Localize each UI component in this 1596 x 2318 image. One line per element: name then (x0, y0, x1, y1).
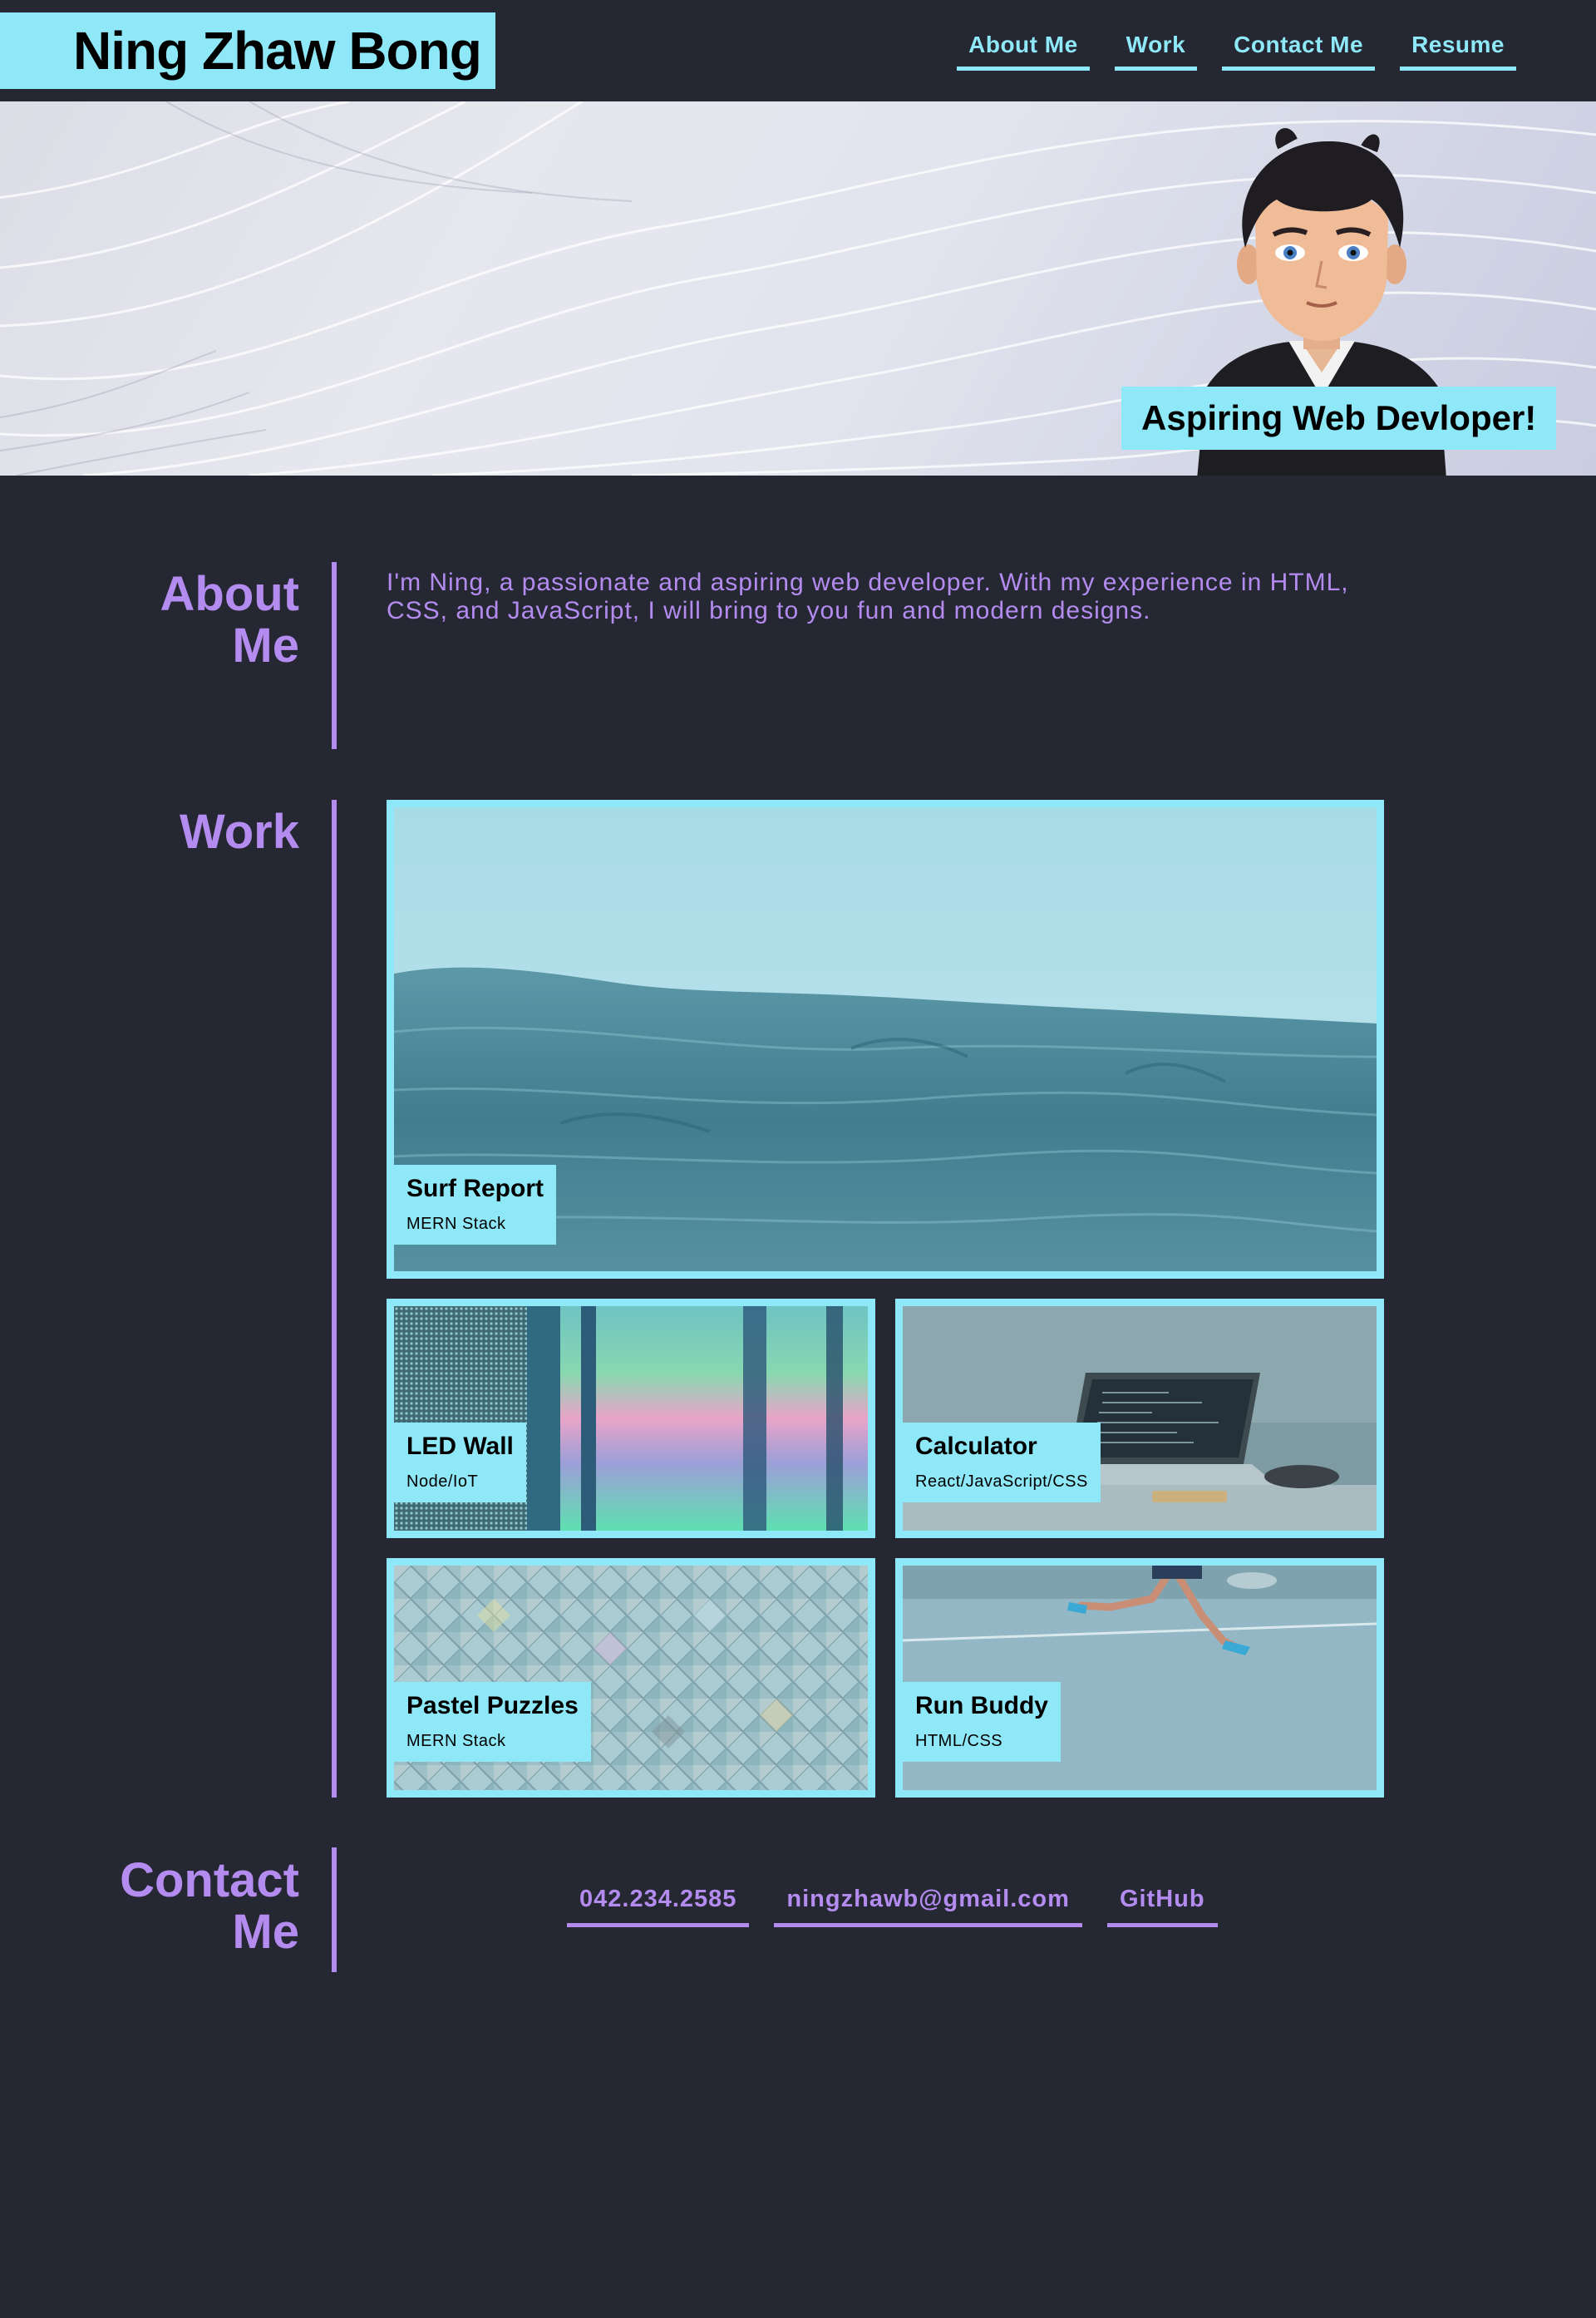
project-card-run-buddy[interactable]: Run Buddy HTML/CSS (895, 1558, 1384, 1798)
project-stack: MERN Stack (406, 1215, 506, 1233)
project-card-led-wall[interactable]: LED Wall Node/IoT (387, 1299, 875, 1538)
pastel-puzzles-label: Pastel Puzzles MERN Stack (394, 1682, 591, 1762)
project-name: Pastel Puzzles (406, 1692, 579, 1719)
site-header: Ning Zhaw Bong About Me Work Contact Me … (0, 0, 1596, 101)
project-stack: Node/IoT (406, 1472, 479, 1491)
project-stack: HTML/CSS (915, 1732, 1003, 1750)
run-buddy-label: Run Buddy HTML/CSS (903, 1682, 1061, 1762)
led-wall-label: LED Wall Node/IoT (394, 1423, 526, 1502)
main-nav: About Me Work Contact Me Resume (957, 27, 1516, 71)
project-name: LED Wall (406, 1433, 514, 1460)
project-stack: React/JavaScript/CSS (915, 1472, 1088, 1491)
contact-divider (332, 1847, 337, 1972)
hero-banner: Aspiring Web Devloper! (0, 101, 1596, 476)
about-divider (332, 562, 337, 749)
project-card-surf-report[interactable]: Surf Report MERN Stack (387, 800, 1384, 1279)
contact-email-link[interactable]: ningzhawb@gmail.com (774, 1881, 1082, 1927)
contact-phone-link[interactable]: 042.234.2585 (567, 1881, 750, 1927)
contact-title-line2: Me (232, 1905, 299, 1959)
nav-contact-me[interactable]: Contact Me (1222, 27, 1376, 71)
about-text: I'm Ning, a passionate and aspiring web … (387, 569, 1349, 624)
work-divider (332, 800, 337, 1798)
nav-resume[interactable]: Resume (1400, 27, 1516, 71)
about-title-line1: About (160, 567, 300, 621)
site-brand[interactable]: Ning Zhaw Bong (0, 12, 495, 89)
contact-title: Contact Me (50, 1855, 299, 1958)
project-name: Surf Report (406, 1175, 544, 1202)
project-name: Calculator (915, 1433, 1037, 1460)
nav-work[interactable]: Work (1114, 27, 1198, 71)
project-stack: MERN Stack (406, 1732, 506, 1750)
surf-report-label: Surf Report MERN Stack (394, 1165, 556, 1245)
contact-links: 042.234.2585 ningzhawb@gmail.com GitHub (567, 1881, 1218, 1927)
about-title-line2: Me (232, 619, 299, 673)
hero-tagline: Aspiring Web Devloper! (1121, 387, 1557, 450)
project-card-pastel-puzzles[interactable]: Pastel Puzzles MERN Stack (387, 1558, 875, 1798)
calculator-label: Calculator React/JavaScript/CSS (903, 1423, 1101, 1502)
about-title: About Me (50, 567, 300, 673)
work-title: Work (180, 805, 299, 859)
contact-github-link[interactable]: GitHub (1106, 1881, 1218, 1927)
project-name: Run Buddy (915, 1692, 1048, 1719)
project-card-calculator[interactable]: Calculator React/JavaScript/CSS (895, 1299, 1384, 1538)
contact-title-line1: Contact (120, 1853, 299, 1907)
nav-about-me[interactable]: About Me (957, 27, 1090, 71)
